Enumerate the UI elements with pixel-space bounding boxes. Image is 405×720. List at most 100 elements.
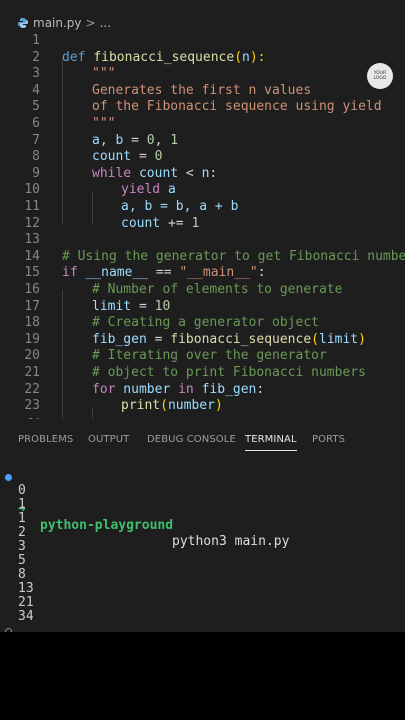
terminal-prompt-current: ➜ python-playground (0, 624, 405, 632)
variable: a (92, 132, 100, 148)
terminal-output-line: 13 (18, 581, 34, 596)
operator: = (123, 132, 147, 148)
breadcrumb-file[interactable]: main.py (33, 16, 82, 30)
prompt-folder: python-playground (40, 518, 174, 533)
variable: count (131, 165, 179, 181)
paren: ) (358, 331, 366, 347)
terminal-output-line: 2 (18, 525, 26, 540)
code-line: 13 (0, 232, 405, 249)
comment: # Iterating over the generator (92, 348, 327, 364)
line-number: 20 (24, 348, 40, 364)
code-line: 21 # object to print Fibonacci numbers (0, 365, 405, 382)
line-number: 14 (24, 248, 40, 264)
variable: count (92, 149, 132, 165)
keyword: if (62, 265, 78, 281)
line-number: 8 (32, 149, 40, 165)
operator: = (146, 331, 171, 347)
line-number: 5 (32, 99, 40, 115)
code-line: 2 def fibonacci_sequence(n): (0, 50, 405, 67)
paren: ( (160, 398, 168, 414)
terminal-output-line: 3 (18, 539, 26, 554)
breadcrumb-chevron: > (85, 16, 96, 30)
variable: count (121, 215, 161, 231)
code-line: 20 # Iterating over the generator (0, 348, 405, 365)
operator: , (154, 132, 171, 148)
operator: : (257, 265, 266, 281)
code-line: 4 Generates the first n values (0, 83, 405, 100)
variable: fib_gen (193, 381, 257, 397)
terminal-output-line: 1 (18, 497, 26, 512)
tab-debug-console[interactable]: DEBUG CONSOLE (147, 430, 236, 450)
code-editor[interactable]: 1 2 def fibonacci_sequence(n): 3 """ 4 Gene… (0, 33, 405, 419)
tab-terminal[interactable]: TERMINAL (245, 430, 297, 451)
line-number: 17 (24, 298, 40, 314)
argument: number (167, 398, 215, 414)
line-number: 13 (24, 232, 40, 248)
code-line: 12 count += 1 (0, 216, 405, 233)
code-line: 24 (0, 415, 405, 419)
code-line: 18 # Creating a generator object (0, 315, 405, 332)
line-number: 12 (24, 215, 40, 231)
watermark-logo: YOUR LOGO (367, 63, 393, 89)
code-line: 7 a, b = 0, 1 (0, 133, 405, 150)
terminal-prompt: ➜ python-playground python3 main.py (0, 470, 405, 549)
operator: = (131, 298, 155, 314)
panel-tabs: PROBLEMS OUTPUT DEBUG CONSOLE TERMINAL P… (0, 430, 405, 451)
paren: ( (311, 331, 319, 347)
code-line: 19 fib_gen = fibonacci_sequence(limit) (0, 332, 405, 349)
comment: # object to print Fibonacci numbers (92, 365, 366, 380)
paren: ) (214, 398, 223, 414)
tab-output[interactable]: OUTPUT (88, 430, 129, 450)
argument: limit (319, 331, 359, 347)
code-line: 14 # Using the generator to get Fibonacci… (0, 249, 405, 266)
line-number: 21 (24, 365, 40, 380)
line-number: 10 (24, 182, 40, 198)
number: 1 (191, 215, 200, 231)
terminal-output-line: 8 (18, 567, 26, 582)
variable: limit (92, 298, 132, 314)
code-line: 16 # Number of elements to generate (0, 282, 405, 299)
terminal-command: python3 main.py (172, 534, 290, 549)
code-line: 15 if __name__ == "__main__": (0, 265, 405, 282)
breadcrumb: main.py > ... (0, 13, 405, 33)
breadcrumb-more[interactable]: ... (100, 16, 111, 30)
operator: = (131, 149, 155, 165)
tab-problems[interactable]: PROBLEMS (18, 430, 73, 450)
code-line: 11 a, b = b, a + b (0, 199, 405, 216)
paren: ( (234, 49, 243, 65)
line-number: 4 (32, 82, 40, 98)
command-status-icon (5, 474, 12, 481)
operator: : (209, 165, 218, 181)
line-number: 19 (24, 331, 40, 347)
terminal[interactable]: ➜ python-playground python3 main.py 0 1 … (0, 462, 405, 632)
terminal-output-line: 5 (18, 553, 26, 568)
docstring: """ (92, 66, 116, 82)
comment: # Using the generator to get Fibonacci n… (62, 248, 405, 264)
code-line: 9 while count < n: (0, 166, 405, 183)
comment: # Creating a generator object (92, 315, 319, 331)
terminal-output-line: 21 (18, 595, 34, 610)
line-number: 9 (32, 165, 40, 181)
prompt-status-icon (5, 628, 12, 632)
line-number: 6 (32, 116, 40, 131)
param: n (242, 49, 250, 65)
vscode-window: main.py > ... 1 2 def fibonacci_sequence(… (0, 0, 405, 632)
code-line: 5 of the Fibonacci sequence using yield (0, 99, 405, 116)
paren: ): (249, 49, 266, 65)
function-call: fibonacci_sequence (170, 331, 312, 347)
string: "__main__" (179, 265, 258, 281)
keyword: in (170, 381, 194, 397)
number: 0 (154, 149, 163, 165)
terminal-output-line: 34 (18, 609, 34, 624)
function-name: fibonacci_sequence (93, 49, 235, 65)
python-file-icon (18, 18, 28, 28)
code-line: 17 limit = 10 (0, 299, 405, 316)
code-line: 3 """ (0, 66, 405, 83)
line-number: 11 (24, 199, 40, 214)
line-number: 15 (24, 265, 40, 281)
variable: number (115, 381, 171, 397)
docstring: """ (92, 116, 116, 131)
tab-ports[interactable]: PORTS (312, 430, 345, 450)
terminal-output-line: 0 (18, 483, 26, 498)
docstring: Generates the first n values (92, 82, 312, 98)
